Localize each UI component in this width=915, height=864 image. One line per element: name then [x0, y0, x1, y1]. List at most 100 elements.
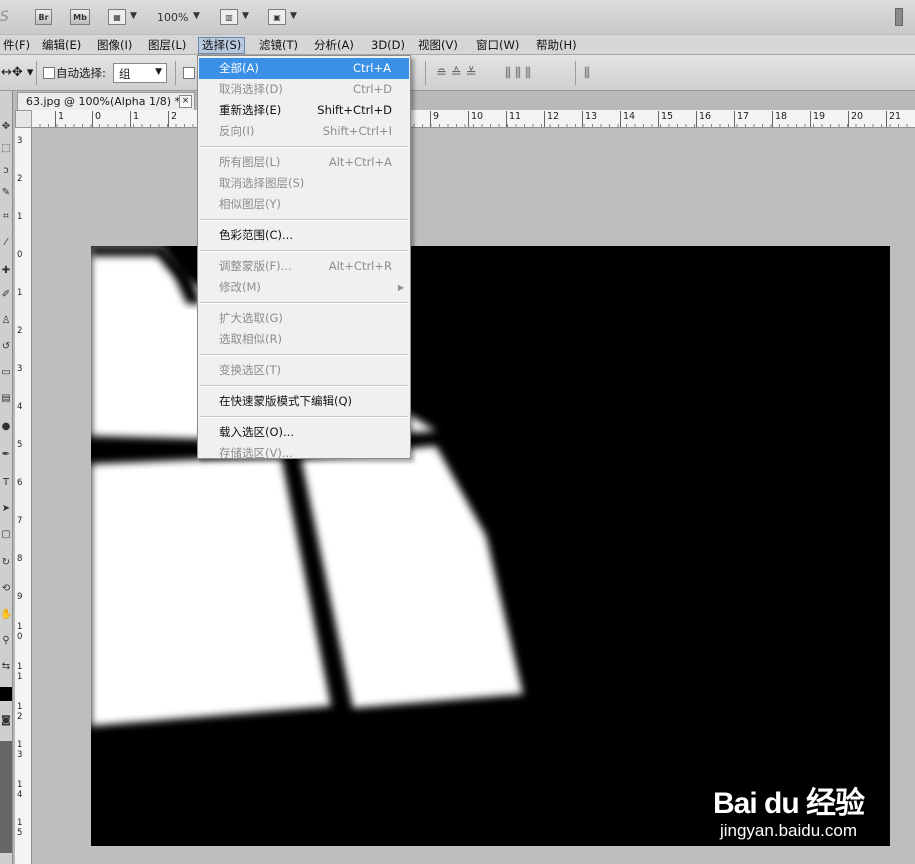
- show-transform-checkbox[interactable]: [183, 67, 195, 79]
- menu-item-save-selection[interactable]: 存储选区(V)...: [198, 443, 410, 464]
- hand-tool-icon[interactable]: ✋: [0, 609, 12, 620]
- divider: [425, 61, 426, 85]
- menu-item-quick-mask[interactable]: 在快速蒙版模式下编辑(Q): [198, 391, 410, 412]
- menu-layer[interactable]: 图层(L): [145, 37, 189, 54]
- menu-view[interactable]: 视图(V): [415, 37, 461, 54]
- menu-window[interactable]: 窗口(W): [473, 37, 522, 54]
- ruler-number: 3: [17, 364, 23, 374]
- application-bar: S Br Mb ▦ ▼ 100% ▼ ▥ ▼ ▣ ▼: [0, 0, 915, 34]
- zoom-level[interactable]: 100%: [157, 11, 188, 24]
- auto-select-value: 组: [119, 67, 131, 81]
- menu-item-select-all[interactable]: 全部(A) Ctrl+A: [199, 58, 409, 79]
- menu-item-deselect-layers[interactable]: 取消选择图层(S): [198, 173, 410, 194]
- move-tool-icon[interactable]: ↔✥ ▾: [1, 65, 33, 80]
- menu-item-label: 色彩范围(C)...: [219, 228, 293, 242]
- healing-brush-tool-icon[interactable]: ✚: [0, 265, 12, 276]
- menu-item-refine-mask[interactable]: 调整蒙版(F)... Alt+Ctrl+R: [198, 256, 410, 277]
- menu-item-similar[interactable]: 选取相似(R): [198, 329, 410, 350]
- canvas-area[interactable]: Bai du 经验 jingyan.baidu.com: [32, 128, 915, 864]
- menu-item-label: 取消选择图层(S): [219, 176, 305, 190]
- ruler-number: 0: [17, 250, 23, 260]
- ruler-number: 6: [17, 478, 23, 488]
- menu-select[interactable]: 选择(S): [198, 37, 246, 54]
- menu-item-modify[interactable]: 修改(M) ▶: [198, 277, 410, 298]
- menu-item-all-layers[interactable]: 所有图层(L) Alt+Ctrl+A: [198, 152, 410, 173]
- brush-tool-icon[interactable]: ✐: [0, 289, 12, 300]
- align-icons[interactable]: ≘≙≚: [436, 66, 481, 81]
- history-brush-tool-icon[interactable]: ↺: [0, 341, 12, 352]
- ruler-number: 2: [168, 111, 177, 127]
- close-icon[interactable]: ×: [179, 95, 192, 108]
- horizontal-ruler[interactable]: 1 0 1 2 3 9 10 11 12 13 14 15 16 17 18 1…: [32, 110, 915, 128]
- divider: [175, 61, 176, 85]
- watermark-brand: Bai du 经验: [712, 787, 865, 820]
- menu-item-label: 调整蒙版(F)...: [219, 259, 292, 273]
- bridge-button[interactable]: Br: [35, 9, 52, 25]
- ruler-number: 11: [506, 111, 521, 127]
- lasso-tool-icon[interactable]: ↄ: [0, 165, 12, 176]
- clone-stamp-tool-icon[interactable]: ♙: [0, 315, 12, 326]
- menu-item-reselect[interactable]: 重新选择(E) Shift+Ctrl+D: [198, 100, 410, 121]
- menu-item-grow[interactable]: 扩大选取(G): [198, 308, 410, 329]
- menu-item-label: 全部(A): [219, 61, 259, 75]
- chevron-down-icon[interactable]: ▼: [193, 11, 200, 21]
- divider: [36, 61, 37, 85]
- document-tab[interactable]: 63.jpg @ 100%(Alpha 1/8) * ×: [17, 92, 195, 110]
- path-select-tool-icon[interactable]: ➤: [0, 503, 12, 514]
- menu-item-deselect[interactable]: 取消选择(D) Ctrl+D: [198, 79, 410, 100]
- marquee-tool-icon[interactable]: ⬚: [0, 143, 12, 154]
- menu-item-similar-layers[interactable]: 相似图层(Y): [198, 194, 410, 215]
- vertical-ruler[interactable]: 3 2 1 0 1 2 3 4 5 6 7 8 9 1 0 1 1 1 2 1 …: [15, 128, 32, 864]
- menu-item-shortcut: Alt+Ctrl+A: [328, 155, 392, 169]
- menu-file[interactable]: 件(F): [0, 37, 33, 54]
- auto-select-checkbox[interactable]: [43, 67, 55, 79]
- menu-help[interactable]: 帮助(H): [533, 37, 580, 54]
- menu-item-load-selection[interactable]: 载入选区(O)...: [198, 422, 410, 443]
- distribute-icons[interactable]: ⫼⫼⫼: [505, 66, 535, 81]
- type-tool-icon[interactable]: T: [0, 477, 12, 488]
- 3d-rotate-tool-icon[interactable]: ↻: [0, 557, 12, 568]
- menu-image[interactable]: 图像(I): [94, 37, 135, 54]
- ruler-origin[interactable]: [15, 110, 32, 128]
- menu-item-label: 存储选区(V)...: [219, 446, 293, 460]
- color-swap-icon[interactable]: ⇆: [0, 661, 12, 672]
- panel-scroll-area: [0, 741, 12, 853]
- quick-select-tool-icon[interactable]: ✎: [0, 187, 12, 198]
- move-tool-icon[interactable]: ✥: [0, 121, 12, 132]
- eyedropper-tool-icon[interactable]: ⁄: [0, 237, 12, 248]
- menu-3d[interactable]: 3D(D): [368, 37, 408, 54]
- crop-tool-icon[interactable]: ⌗: [0, 211, 12, 222]
- shape-tool-icon[interactable]: ▢: [0, 529, 12, 540]
- menu-item-inverse[interactable]: 反向(I) Shift+Ctrl+I: [198, 121, 410, 142]
- menu-analysis[interactable]: 分析(A): [311, 37, 357, 54]
- dodge-tool-icon[interactable]: ●: [0, 421, 12, 432]
- menu-item-color-range[interactable]: 色彩范围(C)...: [198, 225, 410, 246]
- ruler-number: 2: [17, 174, 23, 184]
- chevron-down-icon[interactable]: ▼: [130, 11, 137, 21]
- screen-mode-icon[interactable]: ▣: [268, 9, 286, 25]
- menu-separator: [200, 250, 408, 252]
- auto-select-dropdown[interactable]: 组 ▼: [113, 63, 167, 83]
- menu-filter[interactable]: 滤镜(T): [256, 37, 301, 54]
- quick-mask-icon[interactable]: ◙: [0, 715, 12, 726]
- menu-item-label: 选取相似(R): [219, 332, 282, 346]
- workspace-button[interactable]: [895, 8, 903, 26]
- zoom-tool-icon[interactable]: ⚲: [0, 635, 12, 646]
- menu-item-shortcut: Alt+Ctrl+R: [328, 259, 392, 273]
- 3d-orbit-tool-icon[interactable]: ⟲: [0, 583, 12, 594]
- auto-align-icon[interactable]: ⫼: [584, 66, 594, 81]
- ruler-number: 1: [17, 288, 23, 298]
- chevron-down-icon[interactable]: ▼: [242, 11, 249, 21]
- pen-tool-icon[interactable]: ✒: [0, 449, 12, 460]
- menu-item-shortcut: Ctrl+A: [353, 61, 391, 75]
- eraser-tool-icon[interactable]: ▭: [0, 367, 12, 378]
- ruler-number: 9: [430, 111, 439, 127]
- arrange-documents-icon[interactable]: ▥: [220, 9, 238, 25]
- foreground-color-swatch[interactable]: [0, 687, 12, 701]
- chevron-down-icon[interactable]: ▼: [290, 11, 297, 21]
- menu-edit[interactable]: 编辑(E): [39, 37, 84, 54]
- mini-bridge-button[interactable]: Mb: [70, 9, 90, 25]
- menu-item-transform-selection[interactable]: 变换选区(T): [198, 360, 410, 381]
- view-extras-icon[interactable]: ▦: [108, 9, 126, 25]
- gradient-tool-icon[interactable]: ▤: [0, 393, 12, 404]
